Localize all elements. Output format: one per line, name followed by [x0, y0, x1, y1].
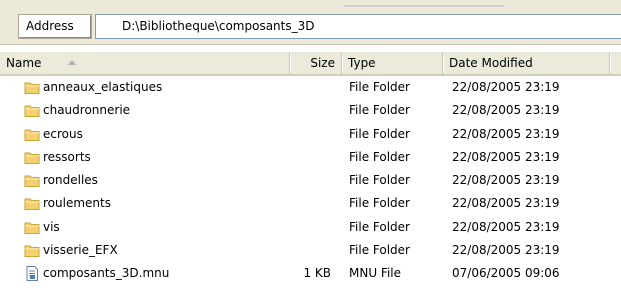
folder-icon	[24, 127, 40, 142]
address-input[interactable]: D:\Bibliotheque\composants_3D	[95, 14, 621, 39]
file-type: File Folder	[349, 219, 410, 234]
toolbar-divider	[344, 5, 504, 7]
file-date-modified: 22/08/2005 23:19	[452, 126, 560, 141]
file-name: roulements	[43, 196, 111, 211]
file-name: ecrous	[43, 126, 83, 141]
file-row[interactable]: composants_3D.mnu 1 KB MNU File 07/06/2005 …	[0, 262, 621, 285]
file-row[interactable]: rondelles File Folder 22/08/2005 23:19	[0, 169, 621, 192]
file-name: rondelles	[43, 173, 98, 188]
folder-icon	[24, 173, 40, 188]
column-header-row: Name Size Type Date Modified	[0, 52, 621, 76]
file-row[interactable]: vis File Folder 22/08/2005 23:19	[0, 216, 621, 239]
address-bar: Address D:\Bibliotheque\composants_3D	[0, 0, 621, 45]
document-icon	[24, 266, 40, 282]
file-type: File Folder	[349, 103, 410, 118]
file-row[interactable]: visserie_EFX File Folder 22/08/2005 23:19	[0, 239, 621, 262]
file-name: anneaux_elastiques	[43, 80, 163, 94]
file-date-modified: 22/08/2005 23:19	[452, 243, 560, 258]
folder-icon	[24, 80, 40, 95]
file-name: ressorts	[43, 149, 91, 164]
file-date-modified: 22/08/2005 23:19	[452, 173, 560, 188]
sort-ascending-icon	[68, 60, 76, 65]
column-header-size[interactable]: Size	[290, 52, 343, 74]
column-header-name[interactable]: Name	[0, 52, 291, 74]
file-row[interactable]: ecrous File Folder 22/08/2005 23:19	[0, 123, 621, 146]
file-type: File Folder	[349, 196, 410, 211]
file-size: 1 KB	[303, 266, 331, 281]
file-type: File Folder	[349, 243, 410, 258]
file-name: composants_3D.mnu	[43, 266, 170, 281]
folder-icon	[24, 150, 40, 165]
folder-icon	[24, 103, 40, 118]
file-type: File Folder	[349, 80, 410, 94]
file-name: visserie_EFX	[43, 243, 118, 258]
file-type: MNU File	[349, 266, 402, 281]
file-list: anneaux_elastiques File Folder 22/08/2005 …	[0, 76, 621, 286]
folder-icon	[24, 243, 40, 258]
file-date-modified: 22/08/2005 23:19	[452, 149, 560, 164]
file-date-modified: 22/08/2005 23:19	[452, 103, 560, 118]
file-date-modified: 07/06/2005 09:06	[452, 266, 560, 281]
file-type: File Folder	[349, 126, 410, 141]
folder-icon	[24, 220, 40, 235]
file-date-modified: 22/08/2005 23:19	[452, 80, 560, 94]
file-row[interactable]: roulements File Folder 22/08/2005 23:19	[0, 192, 621, 215]
column-header-type-label: Type	[348, 56, 376, 70]
file-date-modified: 22/08/2005 23:19	[452, 196, 560, 211]
column-header-size-label: Size	[310, 56, 335, 70]
file-name: vis	[43, 219, 60, 234]
file-row[interactable]: ressorts File Folder 22/08/2005 23:19	[0, 146, 621, 169]
address-label: Address	[18, 14, 92, 39]
file-name: chaudronnerie	[43, 103, 131, 118]
file-date-modified: 22/08/2005 23:19	[452, 219, 560, 234]
file-row[interactable]: chaudronnerie File Folder 22/08/2005 23:19	[0, 99, 621, 122]
file-row[interactable]: anneaux_elastiques File Folder 22/08/2005 …	[0, 76, 621, 99]
file-type: File Folder	[349, 173, 410, 188]
column-header-type[interactable]: Type	[342, 52, 444, 74]
file-type: File Folder	[349, 149, 410, 164]
column-header-date[interactable]: Date Modified	[443, 52, 611, 74]
column-header-name-label: Name	[6, 56, 42, 70]
column-header-extra[interactable]	[610, 52, 621, 74]
folder-icon	[24, 196, 40, 211]
column-header-date-label: Date Modified	[449, 56, 533, 70]
